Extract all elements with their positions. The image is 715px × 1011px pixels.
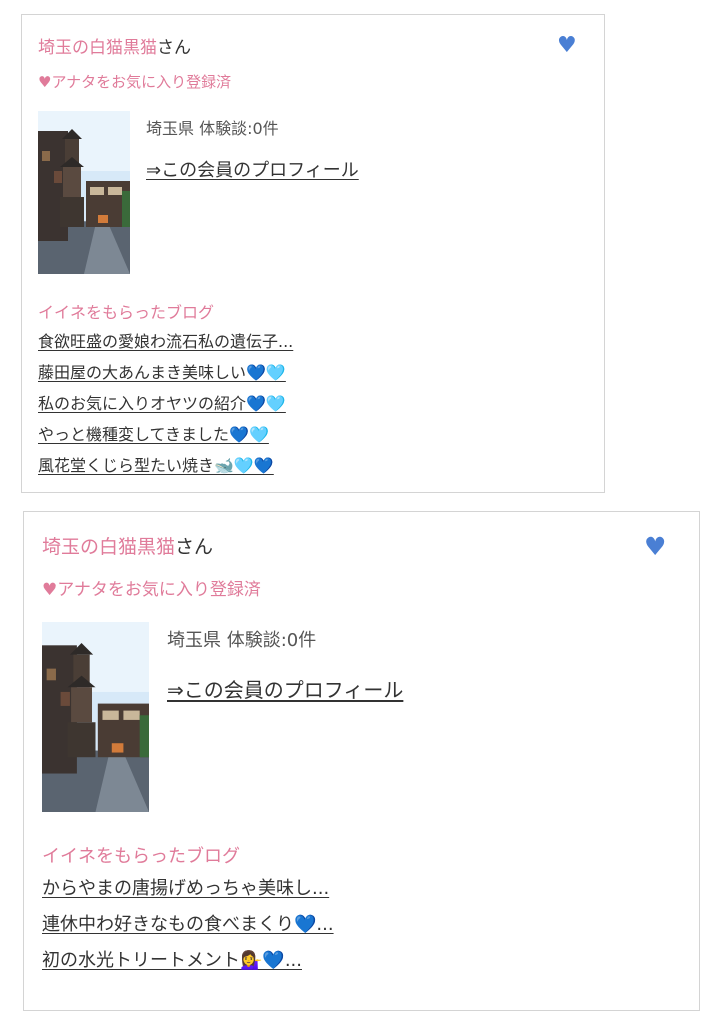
blog-link[interactable]: 連休中わ好きなもの食べまくり💙... <box>42 914 334 935</box>
list-item: 藤田屋の大あんまき美味しい💙🩵 <box>38 360 293 391</box>
liked-blog-list: 食欲旺盛の愛娘わ流石私の遺伝子... 藤田屋の大あんまき美味しい💙🩵 私のお気に… <box>38 329 293 484</box>
list-item: 初の水光トリートメント💁‍♀️💙... <box>42 946 334 982</box>
favorite-status: ♥アナタをお気に入り登録済 <box>38 73 232 91</box>
blog-link[interactable]: 藤田屋の大あんまき美味しい💙🩵 <box>38 363 286 382</box>
member-name-link[interactable]: 埼玉の白猫黒猫 <box>38 38 157 58</box>
favorite-status: ♥アナタをお気に入り登録済 <box>42 580 261 600</box>
profile-link[interactable]: ⇒この会員のプロフィール <box>167 674 403 703</box>
member-card: 埼玉の白猫黒猫さん ♥ ♥アナタをお気に入り登録済 埼玉県 体験談:0件 ⇒この… <box>21 14 605 493</box>
liked-blog-list: からやまの唐揚げめっちゃ美味し... 連休中わ好きなもの食べまくり💙... 初の… <box>42 874 334 982</box>
heart-icon[interactable]: ♥ <box>557 35 577 57</box>
blog-link[interactable]: 風花堂くじら型たい焼き🐋🩵💙 <box>38 456 274 475</box>
list-item: 私のお気に入りオヤツの紹介💙🩵 <box>38 391 293 422</box>
member-card: 埼玉の白猫黒猫さん ♥ ♥アナタをお気に入り登録済 埼玉県 体験談:0件 ⇒この… <box>23 511 700 1011</box>
profile-link[interactable]: ⇒この会員のプロフィール <box>146 156 359 182</box>
blog-link[interactable]: 私のお気に入りオヤツの紹介💙🩵 <box>38 394 286 413</box>
blog-link[interactable]: やっと機種変してきました💙🩵 <box>38 425 269 444</box>
member-photo[interactable] <box>42 622 149 812</box>
blog-link[interactable]: 初の水光トリートメント💁‍♀️💙... <box>42 950 302 971</box>
list-item: からやまの唐揚げめっちゃ美味し... <box>42 874 334 910</box>
blog-link[interactable]: 食欲旺盛の愛娘わ流石私の遺伝子... <box>38 332 293 351</box>
list-item: 食欲旺盛の愛娘わ流石私の遺伝子... <box>38 329 293 360</box>
blog-link[interactable]: からやまの唐揚げめっちゃ美味し... <box>42 878 329 899</box>
heart-icon[interactable]: ♥ <box>644 534 666 559</box>
name-suffix: さん <box>175 536 214 558</box>
list-item: 風花堂くじら型たい焼き🐋🩵💙 <box>38 453 293 484</box>
liked-blogs-heading: イイネをもらったブログ <box>42 846 240 867</box>
member-name-row: 埼玉の白猫黒猫さん <box>38 33 191 58</box>
name-suffix: さん <box>157 38 191 58</box>
list-item: やっと機種変してきました💙🩵 <box>38 422 293 453</box>
member-name-link[interactable]: 埼玉の白猫黒猫 <box>42 536 175 558</box>
list-item: 連休中わ好きなもの食べまくり💙... <box>42 910 334 946</box>
member-name-row: 埼玉の白猫黒猫さん <box>42 532 213 559</box>
member-photo[interactable] <box>38 111 130 274</box>
liked-blogs-heading: イイネをもらったブログ <box>38 303 215 322</box>
member-location-stats: 埼玉県 体験談:0件 <box>146 119 279 138</box>
member-location-stats: 埼玉県 体験談:0件 <box>167 630 317 651</box>
